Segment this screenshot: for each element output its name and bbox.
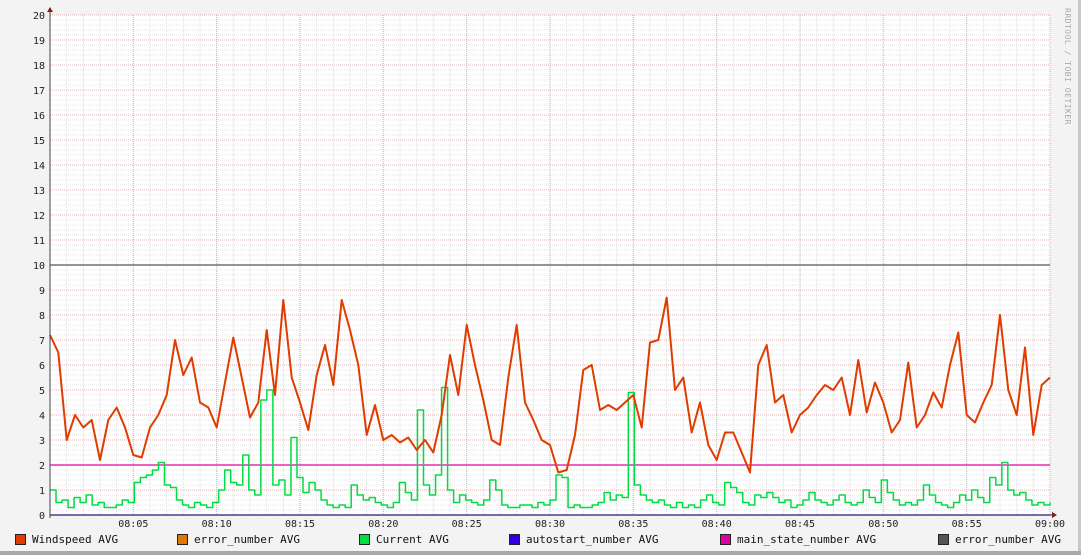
- legend-swatch-icon: [177, 534, 188, 545]
- chart-area: 01234567891011121314151617181920 08:05 08…: [33, 7, 1065, 530]
- y-axis-arrow-icon: [47, 7, 53, 12]
- y-tick-label: 0: [39, 511, 45, 522]
- y-tick-label: 2: [39, 461, 45, 472]
- legend-label: autostart_number AVG: [526, 533, 659, 546]
- y-tick-label: 12: [33, 211, 45, 222]
- y-tick-label: 6: [39, 361, 45, 372]
- y-tick-label: 4: [39, 411, 45, 422]
- legend-label: Current AVG: [376, 533, 449, 546]
- y-tick-label: 18: [33, 61, 45, 72]
- legend-swatch-icon: [15, 534, 26, 545]
- legend-swatch-icon: [509, 534, 520, 545]
- legend-item: error_number AVG: [938, 533, 1061, 546]
- y-tick-label: 17: [33, 86, 45, 97]
- y-tick-label: 5: [39, 386, 45, 397]
- x-tick-label: 08:20: [368, 519, 398, 530]
- x-axis-arrow-icon: [1052, 512, 1057, 518]
- y-tick-label: 8: [39, 311, 45, 322]
- legend-item: Current AVG: [359, 533, 449, 546]
- x-tick-label: 08:40: [702, 519, 732, 530]
- y-tick-label: 19: [33, 36, 45, 47]
- y-tick-label: 16: [33, 111, 45, 122]
- legend-swatch-icon: [359, 534, 370, 545]
- legend-item: Windspeed AVG: [15, 533, 118, 546]
- y-tick-label: 1: [39, 486, 45, 497]
- y-tick-label: 15: [33, 136, 45, 147]
- legend-swatch-icon: [938, 534, 949, 545]
- y-tick-label: 20: [33, 11, 45, 22]
- x-axis-labels: 08:05 08:10 08:15 08:20 08:25 08:30 08:35 08:40…: [118, 519, 1065, 530]
- bottom-border: [0, 551, 1081, 555]
- y-tick-label: 14: [33, 161, 45, 172]
- x-tick-label: 08:15: [285, 519, 315, 530]
- y-tick-label: 9: [39, 286, 45, 297]
- legend-item: main_state_number AVG: [720, 533, 876, 546]
- legend-label: Windspeed AVG: [32, 533, 119, 546]
- x-tick-label: 08:55: [952, 519, 982, 530]
- legend-swatch-icon: [720, 534, 731, 545]
- x-tick-label: 08:10: [202, 519, 232, 530]
- watermark: RRDTOOL / TOBI OETIKER: [1063, 8, 1072, 125]
- x-tick-label: 08:45: [785, 519, 815, 530]
- y-tick-label: 7: [39, 336, 45, 347]
- legend-item: autostart_number AVG: [509, 533, 658, 546]
- legend-item: error_number AVG: [177, 533, 300, 546]
- x-tick-label: 09:00: [1035, 519, 1065, 530]
- x-tick-label: 08:05: [118, 519, 148, 530]
- x-tick-label: 08:50: [868, 519, 898, 530]
- legend-label: main_state_number AVG: [737, 533, 877, 546]
- y-tick-label: 13: [33, 186, 45, 197]
- y-tick-label: 3: [39, 436, 45, 447]
- y-axis-labels: 01234567891011121314151617181920: [33, 11, 45, 522]
- x-tick-label: 08:25: [452, 519, 482, 530]
- legend: Windspeed AVG error_number AVG Current AVG…: [0, 533, 1081, 551]
- rrd-graph: 0 1 2 3 4 5 6 7 8 9 10 11 12 13 14 15 16 17 18 19 20 08:05 08…: [0, 0, 1081, 555]
- y-tick-label: 10: [33, 261, 45, 272]
- legend-label: error_number AVG: [194, 533, 300, 546]
- x-tick-label: 08:35: [618, 519, 648, 530]
- legend-label: error_number AVG: [955, 533, 1061, 546]
- y-tick-label: 11: [33, 236, 45, 247]
- x-tick-label: 08:30: [535, 519, 565, 530]
